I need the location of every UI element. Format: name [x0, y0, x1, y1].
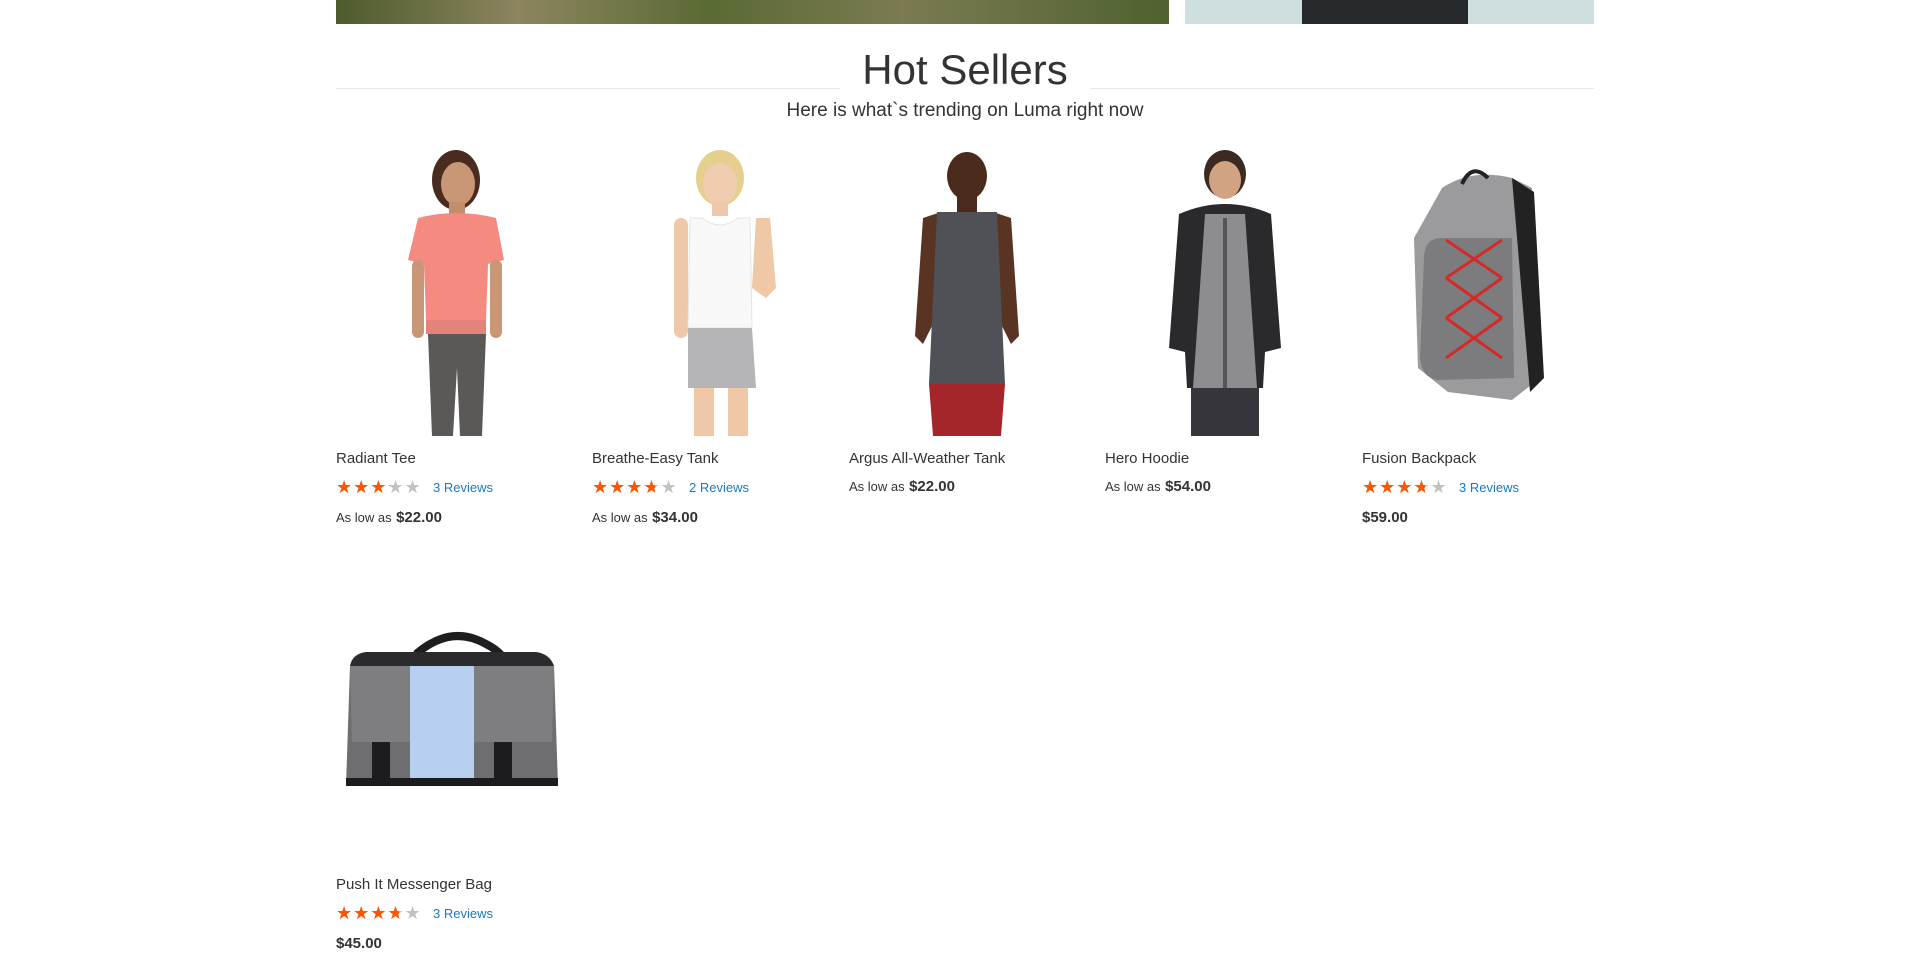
hoodie-model-icon: [1169, 150, 1281, 436]
promo-banner-left[interactable]: [336, 0, 1169, 24]
product-item: Push It Messenger Bag ★★★★★ ★★★★★ 3 Revi…: [336, 574, 566, 952]
section-title: Hot Sellers: [840, 46, 1090, 93]
product-name[interactable]: Argus All-Weather Tank: [849, 450, 1005, 467]
rating-stars: ★★★★★ ★★★★★: [1362, 477, 1448, 497]
hot-sellers-header: Hot Sellers Here is what`s trending on L…: [336, 44, 1594, 134]
product-photo-link[interactable]: [1105, 148, 1335, 436]
product-item: Hero Hoodie As low as $54.00: [1105, 148, 1335, 495]
price-value: $54.00: [1165, 478, 1211, 495]
product-name[interactable]: Push It Messenger Bag: [336, 876, 492, 893]
white-tank-model-icon: [674, 150, 776, 436]
promo-banner-right-image: [1302, 0, 1468, 24]
grey-tank-model-icon: [915, 152, 1019, 436]
promo-banner-right[interactable]: [1185, 0, 1594, 24]
product-price: As low as $22.00: [849, 478, 955, 496]
reviews-link[interactable]: 3 Reviews: [433, 480, 493, 495]
price-value: $59.00: [1362, 509, 1408, 526]
rating-stars: ★★★★★ ★★★★★: [336, 903, 422, 923]
product-name[interactable]: Fusion Backpack: [1362, 450, 1476, 467]
backpack-icon: [1414, 169, 1544, 400]
product-photo-link[interactable]: [1362, 148, 1592, 436]
price-value: $45.00: [336, 935, 382, 952]
rating-stars: ★★★★★ ★★★★★: [592, 477, 678, 497]
product-photo-link[interactable]: [592, 148, 822, 436]
price-label: As low as: [1105, 479, 1161, 494]
product-name[interactable]: Breathe-Easy Tank: [592, 450, 718, 467]
price-label: As low as: [336, 510, 392, 525]
price-value: $22.00: [396, 509, 442, 526]
messenger-bag-icon: [346, 632, 558, 786]
product-item: Fusion Backpack ★★★★★ ★★★★★ 3 Reviews $5…: [1362, 148, 1592, 526]
product-photo-link[interactable]: [849, 148, 1079, 436]
product-name[interactable]: Hero Hoodie: [1105, 450, 1189, 467]
product-photo-link[interactable]: [336, 148, 566, 436]
rating-stars: ★★★★★ ★★★★★: [336, 477, 422, 497]
product-item: Breathe-Easy Tank ★★★★★ ★★★★★ 2 Reviews …: [592, 148, 822, 526]
reviews-link[interactable]: 3 Reviews: [1459, 480, 1519, 495]
price-label: As low as: [592, 510, 648, 525]
product-item: Radiant Tee ★★★★★ ★★★★★ 3 Reviews As low…: [336, 148, 566, 526]
product-name[interactable]: Radiant Tee: [336, 450, 416, 467]
product-price: $59.00: [1362, 509, 1408, 527]
section-subtitle: Here is what`s trending on Luma right no…: [786, 100, 1144, 121]
product-rating: ★★★★★ ★★★★★ 2 Reviews: [592, 478, 749, 496]
product-price: As low as $34.00: [592, 509, 698, 527]
product-price: As low as $54.00: [1105, 478, 1211, 496]
product-rating: ★★★★★ ★★★★★ 3 Reviews: [336, 904, 493, 922]
product-rating: ★★★★★ ★★★★★ 3 Reviews: [336, 478, 493, 496]
reviews-link[interactable]: 3 Reviews: [433, 906, 493, 921]
price-label: As low as: [849, 479, 905, 494]
price-value: $34.00: [652, 509, 698, 526]
product-rating: ★★★★★ ★★★★★ 3 Reviews: [1362, 478, 1519, 496]
product-item: Argus All-Weather Tank As low as $22.00: [849, 148, 1079, 495]
product-price: As low as $22.00: [336, 509, 442, 527]
pink-tee-model-icon: [408, 150, 504, 436]
product-photo-link[interactable]: [336, 574, 566, 862]
price-value: $22.00: [909, 478, 955, 495]
product-price: $45.00: [336, 935, 382, 953]
reviews-link[interactable]: 2 Reviews: [689, 480, 749, 495]
